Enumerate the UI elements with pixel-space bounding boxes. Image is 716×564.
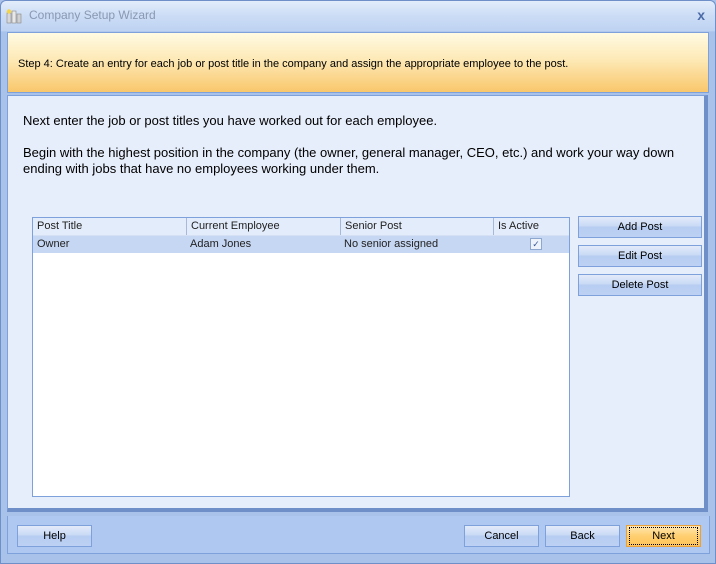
delete-post-button[interactable]: Delete Post [578,274,702,296]
window-title: Company Setup Wizard [29,8,156,22]
intro-line-1: Next enter the job or post titles you ha… [23,113,438,128]
app-icon [6,9,22,24]
title-bar[interactable]: Company Setup Wizard x [1,1,715,31]
cancel-button[interactable]: Cancel [464,525,539,547]
footer-bar: Help Cancel Back Next [7,516,710,554]
content-panel: Next enter the job or post titles you ha… [7,95,708,512]
edit-post-button[interactable]: Edit Post [578,245,702,267]
help-button[interactable]: Help [17,525,92,547]
wizard-window: Company Setup Wizard x Step 4: Create an… [0,0,716,564]
step-banner: Step 4: Create an entry for each job or … [7,32,709,93]
posts-grid[interactable]: Post Title Current Employee Senior Post … [32,217,570,497]
intro-text: Next enter the job or post titles you ha… [23,113,713,177]
close-button[interactable]: x [697,7,705,23]
cell-current-employee: Adam Jones [190,238,252,250]
back-button[interactable]: Back [545,525,620,547]
table-row[interactable]: Owner Adam Jones No senior assigned ✓ [33,236,569,253]
column-header-senior-post[interactable]: Senior Post [340,218,493,235]
column-header-current-employee[interactable]: Current Employee [186,218,340,235]
next-button-label: Next [629,527,698,545]
column-header-is-active[interactable]: Is Active [493,218,569,235]
cell-senior-post: No senior assigned [344,238,439,250]
step-instruction: Step 4: Create an entry for each job or … [18,58,569,70]
cell-post-title: Owner [37,238,70,250]
grid-header: Post Title Current Employee Senior Post … [33,218,569,236]
add-post-button[interactable]: Add Post [578,216,702,238]
cell-is-active: ✓ [493,236,569,253]
column-header-post-title[interactable]: Post Title [33,218,186,235]
next-button[interactable]: Next [626,525,701,547]
intro-line-2: Begin with the highest position in the c… [23,145,675,176]
is-active-checkbox[interactable]: ✓ [530,238,542,251]
